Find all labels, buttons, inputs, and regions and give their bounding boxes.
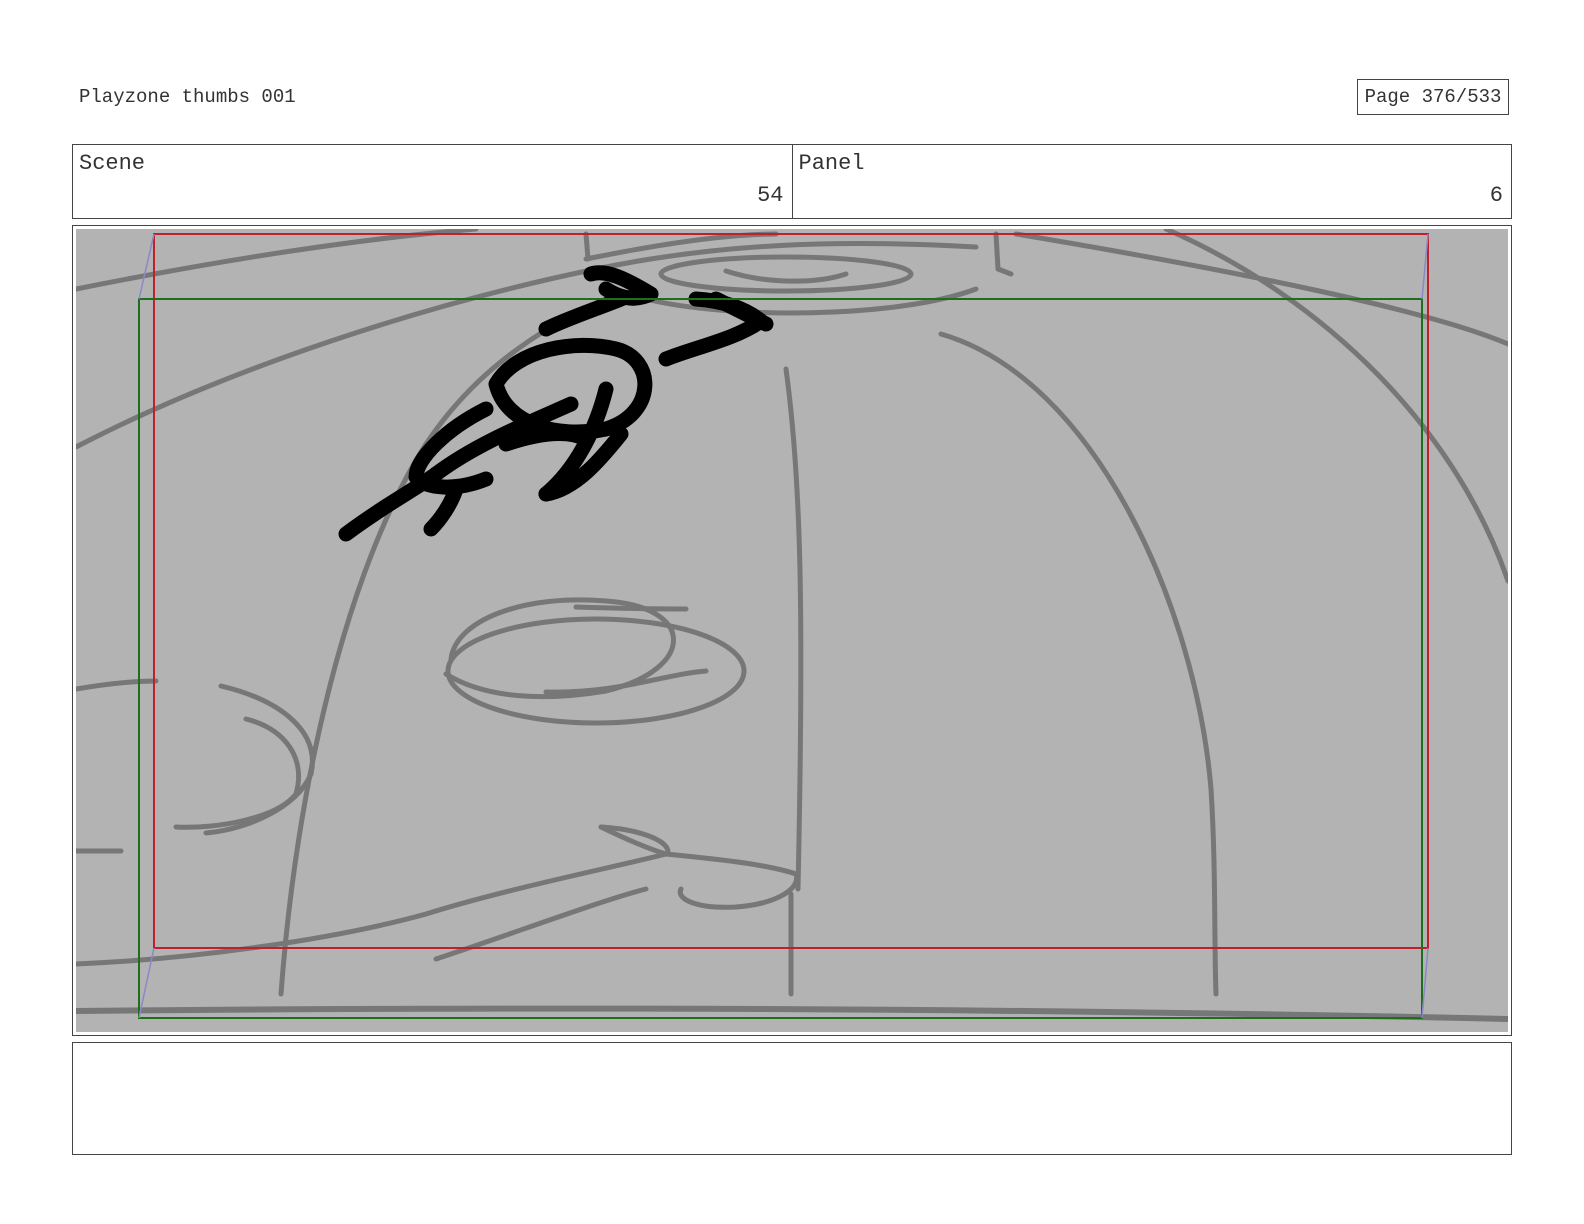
panel-cell: Panel 6 [791, 145, 1512, 218]
document-title: Playzone thumbs 001 [79, 86, 296, 108]
storyboard-sketch [76, 229, 1508, 1032]
scene-label: Scene [79, 151, 146, 176]
panel-label: Panel [798, 151, 865, 176]
scene-panel-info-row: Scene 54 Panel 6 [72, 144, 1512, 219]
panel-number: 6 [1489, 183, 1503, 208]
notes-box [72, 1042, 1512, 1155]
storyboard-panel-frame [72, 225, 1512, 1036]
scene-cell: Scene 54 [73, 145, 792, 218]
page-number-box: Page 376/533 [1357, 79, 1509, 115]
scene-number: 54 [757, 183, 784, 208]
